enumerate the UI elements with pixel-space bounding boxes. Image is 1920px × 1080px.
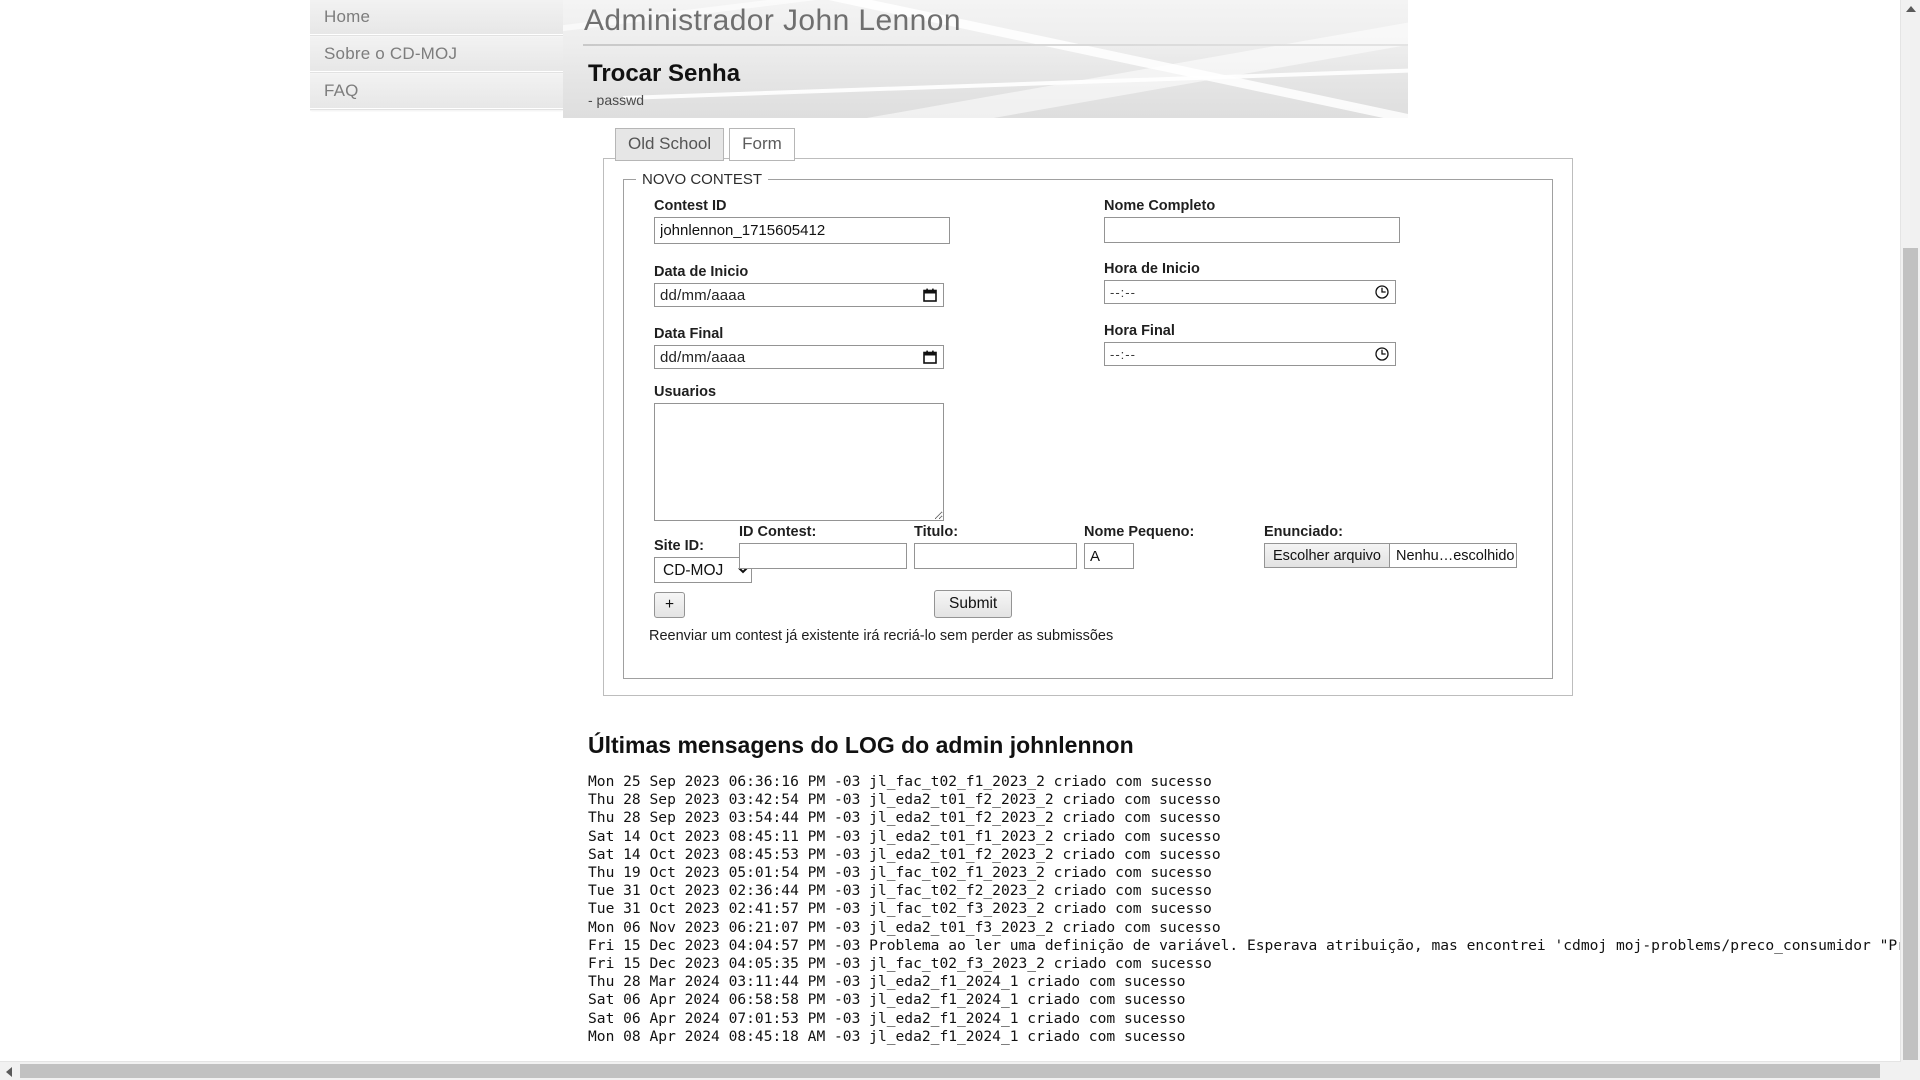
contest-id-input[interactable]	[654, 217, 950, 244]
data-final-input[interactable]: dd/mm/aaaa	[654, 345, 944, 369]
data-inicio-label: Data de Inicio	[654, 264, 749, 280]
log-line: Sat 06 Apr 2024 06:58:58 PM -03 jl_eda2_…	[588, 991, 1186, 1009]
sidebar-nav: Home Sobre o CD-MOJ FAQ	[310, 0, 563, 111]
vertical-scrollbar[interactable]	[1900, 0, 1920, 1062]
scroll-up-arrow-icon[interactable]	[1906, 6, 1916, 12]
fieldset-legend: NOVO CONTEST	[642, 171, 763, 188]
nome-pequeno-label: Nome Pequeno:	[1084, 524, 1195, 540]
calendar-icon[interactable]	[923, 288, 937, 302]
enunciado-label: Enunciado:	[1264, 524, 1343, 540]
id-contest-group: ID Contest:	[739, 524, 907, 569]
sidebar-item-label: Home	[324, 7, 371, 26]
log-line: Mon 25 Sep 2023 06:36:16 PM -03 jl_fac_t…	[588, 773, 1212, 790]
log-line: Sat 06 Apr 2024 07:01:53 PM -03 jl_eda2_…	[588, 1009, 1186, 1027]
log-line: Tue 31 Oct 2023 02:41:57 PM -03 jl_fac_t…	[588, 900, 1212, 918]
usuarios-label: Usuarios	[654, 384, 717, 400]
sidebar-item-sobre[interactable]: Sobre o CD-MOJ	[310, 37, 563, 74]
log-line: Thu 19 Oct 2023 05:01:54 PM -03 jl_fac_t…	[588, 864, 1212, 882]
scrollbar-corner	[1901, 1062, 1920, 1080]
contest-form-panel: NOVO CONTEST Contest ID Nome Completo Da…	[603, 158, 1573, 696]
browser-viewport: Home Sobre o CD-MOJ FAQ Administrador Jo…	[0, 0, 1920, 1080]
titulo-label: Titulo:	[914, 524, 959, 540]
hora-inicio-input[interactable]: --:--	[1104, 280, 1396, 304]
hora-inicio-placeholder: --:--	[1110, 284, 1136, 300]
tab-form[interactable]: Form	[729, 128, 795, 161]
log-output: Mon 25 Sep 2023 06:36:16 PM -03 jl_fac_t…	[588, 773, 1901, 1046]
add-problem-button[interactable]: +	[654, 592, 686, 618]
sidebar-item-faq[interactable]: FAQ	[310, 74, 563, 111]
page-content: Home Sobre o CD-MOJ FAQ Administrador Jo…	[0, 0, 1901, 1062]
novo-contest-fieldset: NOVO CONTEST Contest ID Nome Completo Da…	[623, 171, 1553, 679]
log-line: Sat 14 Oct 2023 08:45:53 PM -03 jl_eda2_…	[588, 845, 1221, 863]
log-title: Últimas mensagens do LOG do admin johnle…	[588, 732, 1134, 758]
chosen-file-name: Nenhu…escolhido	[1396, 547, 1515, 564]
id-contest-label: ID Contest:	[739, 524, 817, 540]
data-inicio-group: Data de Inicio dd/mm/aaaa	[654, 264, 944, 307]
log-line: Sat 14 Oct 2023 08:45:11 PM -03 jl_eda2_…	[588, 827, 1221, 845]
id-contest-input[interactable]	[739, 543, 907, 569]
enunciado-file-input[interactable]: Escolher arquivo Nenhu…escolhido	[1264, 543, 1517, 568]
site-id-label: Site ID:	[654, 538, 704, 554]
horizontal-scrollbar[interactable]	[0, 1061, 1901, 1080]
log-line: Thu 28 Sep 2023 03:42:54 PM -03 jl_eda2_…	[588, 791, 1221, 809]
enunciado-group: Enunciado: Escolher arquivo Nenhu…escolh…	[1264, 524, 1517, 568]
data-inicio-placeholder: dd/mm/aaaa	[660, 286, 746, 304]
scroll-left-arrow-icon[interactable]	[6, 1067, 12, 1077]
nome-completo-group: Nome Completo	[1104, 198, 1400, 243]
tab-bar: Old School Form	[615, 128, 800, 161]
log-line: Thu 28 Sep 2023 03:54:44 PM -03 jl_eda2_…	[588, 809, 1221, 827]
site-id-group: Site ID: CD-MOJ	[654, 538, 752, 583]
site-id-select[interactable]: CD-MOJ	[654, 557, 752, 583]
log-line: Thu 28 Mar 2024 03:11:44 PM -03 jl_eda2_…	[588, 973, 1186, 991]
sidebar-item-label: FAQ	[324, 81, 359, 100]
log-line: Fri 15 Dec 2023 04:05:35 PM -03 jl_fac_t…	[588, 955, 1212, 973]
log-section: Últimas mensagens do LOG do admin johnle…	[588, 732, 1901, 1046]
vertical-scrollbar-thumb[interactable]	[1903, 248, 1918, 1060]
titulo-input[interactable]	[914, 543, 1077, 569]
hora-final-input[interactable]: --:--	[1104, 342, 1396, 366]
clock-icon[interactable]	[1375, 347, 1389, 361]
data-final-label: Data Final	[654, 326, 724, 342]
form-hint-text: Reenviar um contest já existente irá rec…	[649, 628, 1114, 644]
hora-final-group: Hora Final --:--	[1104, 323, 1396, 366]
data-inicio-input[interactable]: dd/mm/aaaa	[654, 283, 944, 307]
sidebar-item-home[interactable]: Home	[310, 0, 563, 37]
usuarios-textarea[interactable]	[654, 403, 944, 521]
hora-inicio-label: Hora de Inicio	[1104, 261, 1200, 277]
hora-final-label: Hora Final	[1104, 323, 1175, 339]
hora-inicio-group: Hora de Inicio --:--	[1104, 261, 1396, 304]
banner-title: Administrador John Lennon	[584, 4, 961, 37]
contest-id-group: Contest ID	[654, 198, 950, 244]
nome-completo-input[interactable]	[1104, 217, 1400, 243]
banner-divider	[583, 44, 1408, 46]
tab-old-school[interactable]: Old School	[615, 128, 725, 161]
sidebar-item-label: Sobre o CD-MOJ	[324, 44, 458, 63]
log-line: Mon 08 Apr 2024 08:45:18 AM -03 jl_eda2_…	[588, 1027, 1186, 1045]
hora-final-placeholder: --:--	[1110, 346, 1136, 362]
page-subtitle: - passwd	[588, 92, 645, 108]
horizontal-scrollbar-thumb[interactable]	[20, 1064, 1880, 1078]
usuarios-group: Usuarios	[654, 384, 944, 526]
data-final-group: Data Final dd/mm/aaaa	[654, 326, 944, 369]
contest-id-label: Contest ID	[654, 198, 727, 214]
main-column: Administrador John Lennon	[563, 0, 1901, 118]
data-final-placeholder: dd/mm/aaaa	[660, 348, 746, 366]
log-line: Fri 15 Dec 2023 04:04:57 PM -03 Problema…	[588, 936, 1901, 954]
nome-completo-label: Nome Completo	[1104, 198, 1216, 214]
calendar-icon[interactable]	[923, 350, 937, 364]
page-heading: Trocar Senha - passwd	[588, 60, 740, 108]
titulo-group: Titulo:	[914, 524, 1077, 569]
submit-button[interactable]: Submit	[934, 590, 1013, 618]
clock-icon[interactable]	[1375, 285, 1389, 299]
log-line: Mon 06 Nov 2023 06:21:07 PM -03 jl_eda2_…	[588, 918, 1221, 936]
nome-pequeno-group: Nome Pequeno:	[1084, 524, 1194, 569]
log-line: Tue 31 Oct 2023 02:36:44 PM -03 jl_fac_t…	[588, 882, 1212, 900]
page-title: Trocar Senha	[588, 60, 741, 87]
nome-pequeno-input[interactable]	[1084, 543, 1134, 569]
choose-file-button[interactable]: Escolher arquivo	[1265, 544, 1390, 567]
